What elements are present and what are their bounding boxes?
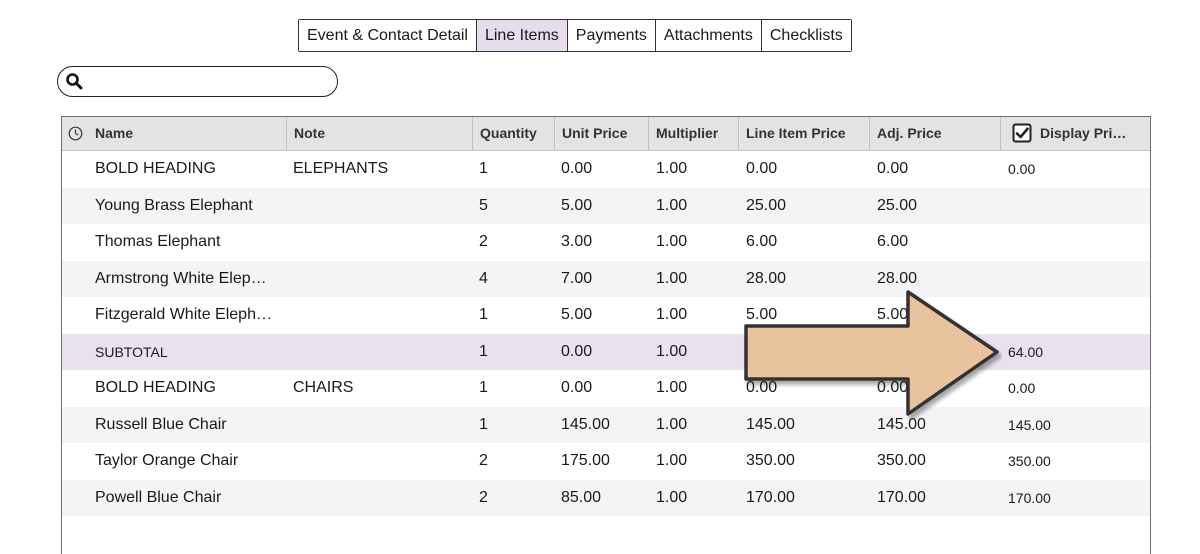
- search-box[interactable]: [57, 66, 338, 97]
- cell-quantity: 1: [479, 415, 488, 433]
- column-header-multiplier[interactable]: Multiplier: [648, 117, 738, 150]
- cell-quantity: 1: [479, 160, 488, 177]
- cell-name: Taylor Orange Chair: [95, 452, 239, 469]
- cell-multiplier: 1.00: [656, 488, 688, 506]
- cell-display-price: 170.00: [1008, 489, 1051, 506]
- table-row[interactable]: Taylor Orange Chair 2 175.00 1.00 350.00 350.…: [62, 443, 1150, 480]
- cell-quantity: 4: [479, 269, 488, 287]
- cell-line-item-price: 170.00: [746, 488, 795, 506]
- cell-name: Fitzgerald White Eleph…: [95, 306, 272, 323]
- cell-name: Russell Blue Chair: [95, 415, 227, 433]
- table-row[interactable]: Young Brass Elephant 5 5.00 1.00 25.00 25.00: [62, 187, 1150, 224]
- clock-icon: [68, 126, 83, 141]
- column-header-unit-price[interactable]: Unit Price: [554, 117, 648, 150]
- tab-bar: Event & Contact Detail Line Items Paymen…: [298, 19, 852, 52]
- cell-multiplier: 1.00: [656, 160, 688, 177]
- tab-event-contact-detail[interactable]: Event & Contact Detail: [299, 20, 477, 51]
- cell-unit-price: 7.00: [561, 269, 593, 287]
- cell-line-item-price: 0.00: [746, 160, 778, 177]
- cell-multiplier: 1.00: [656, 306, 688, 323]
- column-header-note[interactable]: Note: [286, 117, 472, 150]
- cell-unit-price: 5.00: [561, 196, 593, 214]
- cell-quantity: 5: [479, 196, 488, 214]
- table-row[interactable]: Powell Blue Chair 2 85.00 1.00 170.00 170.00 1…: [62, 479, 1150, 516]
- cell-quantity: 2: [479, 233, 488, 250]
- cell-quantity: 1: [479, 379, 488, 396]
- tab-payments[interactable]: Payments: [567, 20, 656, 51]
- tab-attachments[interactable]: Attachments: [655, 20, 762, 51]
- cell-adj-price: 170.00: [877, 488, 926, 506]
- tab-line-items[interactable]: Line Items: [476, 20, 568, 51]
- cell-adj-price: 6.00: [877, 233, 909, 250]
- cell-multiplier: 1.00: [656, 452, 688, 469]
- cell-quantity: 2: [479, 452, 488, 469]
- column-header-quantity[interactable]: Quantity: [472, 117, 554, 150]
- cell-adj-price: 350.00: [877, 452, 926, 469]
- cell-display-price: 350.00: [1008, 453, 1051, 469]
- cell-unit-price: 0.00: [561, 342, 593, 360]
- checkbox-checked-icon[interactable]: [1012, 123, 1032, 143]
- cell-multiplier: 1.00: [656, 415, 688, 433]
- cell-adj-price: 0.00: [877, 160, 909, 177]
- cell-unit-price: 5.00: [561, 306, 593, 323]
- cell-multiplier: 1.00: [656, 269, 688, 287]
- cell-unit-price: 145.00: [561, 415, 610, 433]
- cell-name: BOLD HEADING: [95, 379, 216, 396]
- cell-quantity: 1: [479, 342, 488, 360]
- cell-name: Armstrong White Elep…: [95, 269, 267, 287]
- cell-display-price: 0.00: [1008, 380, 1036, 396]
- cell-name: SUBTOTAL: [95, 343, 168, 360]
- arrow-right-icon: [744, 290, 999, 416]
- cell-unit-price: 0.00: [561, 379, 593, 396]
- table-row[interactable]: Thomas Elephant 2 3.00 1.00 6.00 6.00: [62, 224, 1150, 261]
- column-header-name[interactable]: Name: [88, 117, 286, 150]
- cell-name: Young Brass Elephant: [95, 196, 253, 214]
- search-icon: [66, 73, 83, 90]
- column-header-adj-price[interactable]: Adj. Price: [869, 117, 1000, 150]
- cell-unit-price: 85.00: [561, 488, 602, 506]
- cell-display-price: 64.00: [1008, 343, 1044, 360]
- cell-name: BOLD HEADING: [95, 160, 216, 177]
- cell-quantity: 1: [479, 306, 488, 323]
- cell-name: Powell Blue Chair: [95, 488, 222, 506]
- cell-adj-price: 25.00: [877, 196, 918, 214]
- cell-name: Thomas Elephant: [95, 233, 221, 250]
- cell-multiplier: 1.00: [656, 196, 688, 214]
- cell-unit-price: 3.00: [561, 233, 593, 250]
- search-input[interactable]: [88, 71, 328, 93]
- history-column-header[interactable]: [62, 117, 88, 150]
- cell-quantity: 2: [479, 488, 488, 506]
- cell-note: CHAIRS: [293, 379, 354, 396]
- column-header-display-price[interactable]: Display Pri…: [1000, 117, 1150, 150]
- cell-display-price: 0.00: [1008, 161, 1036, 177]
- cell-multiplier: 1.00: [656, 233, 688, 250]
- column-header-line-item-price[interactable]: Line Item Price: [738, 117, 869, 150]
- table-row[interactable]: BOLD HEADING ELEPHANTS 1 0.00 1.00 0.00 0.00 0.…: [62, 151, 1150, 188]
- cell-line-item-price: 6.00: [746, 233, 778, 250]
- cell-unit-price: 0.00: [561, 160, 593, 177]
- tab-checklists[interactable]: Checklists: [761, 20, 851, 51]
- column-header-display-price-label: Display Pri…: [1040, 125, 1127, 141]
- cell-line-item-price: 25.00: [746, 196, 787, 214]
- cell-line-item-price: 350.00: [746, 452, 795, 469]
- cell-multiplier: 1.00: [656, 342, 688, 360]
- cell-note: ELEPHANTS: [293, 160, 389, 177]
- cell-multiplier: 1.00: [656, 379, 688, 396]
- cell-display-price: 145.00: [1008, 416, 1051, 433]
- cell-unit-price: 175.00: [561, 452, 610, 469]
- table-header: Name Note Quantity Unit Price Multiplier…: [62, 117, 1150, 151]
